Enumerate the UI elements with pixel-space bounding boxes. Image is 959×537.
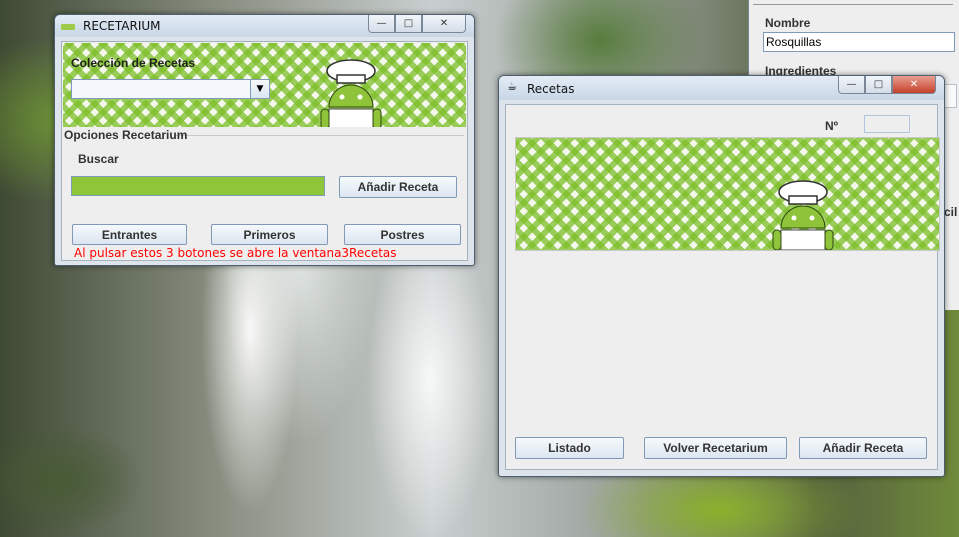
close-icon[interactable]: ✕ [422, 15, 466, 33]
search-input[interactable] [71, 176, 325, 196]
collection-dropdown[interactable]: ▼ [71, 79, 270, 99]
recetarium-window-controls: — □ ✕ [368, 15, 466, 33]
recetas-content: Nº Listado Volver Recetarium Añadir Rece… [505, 104, 940, 470]
postres-button[interactable]: Postres [344, 224, 461, 245]
android-chef-icon [772, 180, 834, 250]
primeros-button[interactable]: Primeros [211, 224, 328, 245]
minimize-icon[interactable]: — [838, 76, 865, 94]
chevron-down-icon[interactable]: ▼ [250, 80, 269, 98]
nombre-field[interactable] [763, 32, 955, 52]
listado-button[interactable]: Listado [515, 437, 624, 459]
recetarium-banner: Colección de Recetas ▼ [63, 43, 466, 127]
entrantes-button[interactable]: Entrantes [72, 224, 187, 245]
recetarium-titlebar[interactable]: RECETARIUM — □ ✕ [55, 15, 474, 37]
collection-label: Colección de Recetas [71, 56, 196, 70]
volver-recetarium-button[interactable]: Volver Recetarium [644, 437, 787, 459]
recetas-window: ☕ Recetas — □ ✕ Nº Listado Volver Receta… [498, 75, 945, 477]
recetarium-window: RECETARIUM — □ ✕ Colección de Recetas ▼ [54, 14, 475, 266]
recetas-window-controls: — □ ✕ [838, 76, 936, 94]
partial-label: cil [944, 205, 958, 219]
maximize-icon[interactable]: □ [395, 15, 422, 33]
recetas-title: Recetas [527, 82, 575, 96]
number-label: Nº [825, 119, 839, 133]
close-icon[interactable]: ✕ [892, 76, 936, 94]
section-divider [174, 135, 464, 136]
maximize-icon[interactable]: □ [865, 76, 892, 94]
recetarium-content: Colección de Recetas ▼ Opciones Recetari… [61, 41, 468, 261]
android-chef-icon [320, 59, 382, 127]
section-title: Opciones Recetarium [64, 128, 188, 142]
recetarium-title: RECETARIUM [83, 19, 161, 33]
info-note: Al pulsar estos 3 botones se abre la ven… [74, 246, 397, 260]
search-label: Buscar [78, 152, 119, 166]
minimize-icon[interactable]: — [368, 15, 395, 33]
add-recipe-button[interactable]: Añadir Receta [799, 437, 927, 459]
recetas-titlebar[interactable]: ☕ Recetas — □ ✕ [499, 76, 944, 100]
recetas-banner [515, 137, 940, 251]
number-field[interactable] [864, 115, 910, 133]
nombre-label: Nombre [765, 16, 811, 30]
app-icon [61, 24, 75, 30]
add-recipe-button[interactable]: Añadir Receta [339, 176, 457, 198]
java-cup-icon: ☕ [507, 80, 517, 93]
background-tabs [753, 0, 953, 5]
